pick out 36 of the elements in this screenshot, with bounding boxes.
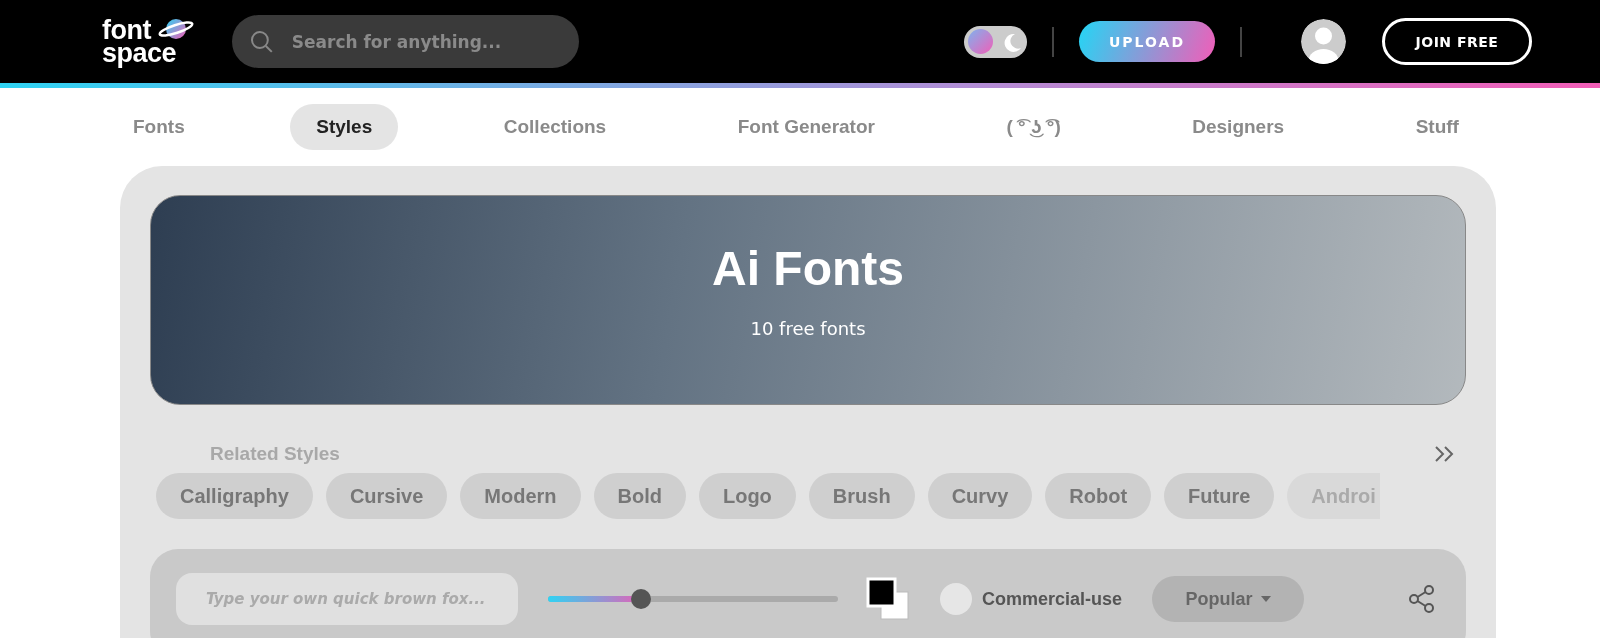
nav-tab[interactable]: Designers xyxy=(1166,104,1311,150)
style-chip[interactable]: Logo xyxy=(698,473,796,519)
sort-dropdown[interactable]: Popular xyxy=(1152,576,1305,622)
nav-tab[interactable]: Stuff xyxy=(1389,104,1485,150)
style-chip[interactable]: Modern xyxy=(460,473,581,519)
upload-button[interactable]: UPLOAD xyxy=(1079,21,1215,62)
section-label: Related Styles xyxy=(210,443,340,465)
style-chip[interactable]: Robot xyxy=(1045,473,1152,519)
style-chip[interactable]: Curvy xyxy=(927,473,1033,519)
nav-tab[interactable]: Fonts xyxy=(107,104,211,150)
style-chip[interactable]: Brush xyxy=(808,473,915,519)
logo-text: font xyxy=(102,18,151,42)
planet-icon xyxy=(158,16,194,41)
style-chip[interactable]: Cursive xyxy=(325,473,448,519)
style-chip[interactable]: Calligraphy xyxy=(156,473,313,519)
caret-icon xyxy=(1260,596,1271,602)
color-swatch-icon[interactable] xyxy=(866,577,910,621)
page-title: Ai Fonts xyxy=(712,241,904,296)
share-icon[interactable] xyxy=(1408,584,1436,614)
search-field[interactable]: Search for anything... xyxy=(289,20,561,63)
size-slider[interactable] xyxy=(548,589,838,609)
font-count: 10 free fonts xyxy=(750,318,866,339)
search-icon xyxy=(250,29,274,54)
double-chevron-icon[interactable] xyxy=(1434,445,1456,463)
style-chip[interactable]: Future xyxy=(1164,473,1275,519)
avatar-icon[interactable] xyxy=(1301,19,1346,64)
nav-tab[interactable]: Font Generator xyxy=(711,104,901,150)
commercial-checkbox[interactable] xyxy=(940,583,972,615)
search-bar[interactable]: Search for anything... xyxy=(232,15,579,68)
dark-mode-toggle[interactable] xyxy=(964,25,1027,58)
nav-tab[interactable]: Styles xyxy=(290,104,399,150)
nav-tab[interactable]: ( ͡° ͜ʖ ͡°) xyxy=(980,104,1087,150)
style-chip[interactable]: Bold xyxy=(593,473,686,519)
nav-tab[interactable]: Collections xyxy=(477,104,633,150)
join-free-button[interactable]: JOIN FREE xyxy=(1382,18,1532,65)
checkbox-label: Commercial-use xyxy=(982,588,1123,610)
